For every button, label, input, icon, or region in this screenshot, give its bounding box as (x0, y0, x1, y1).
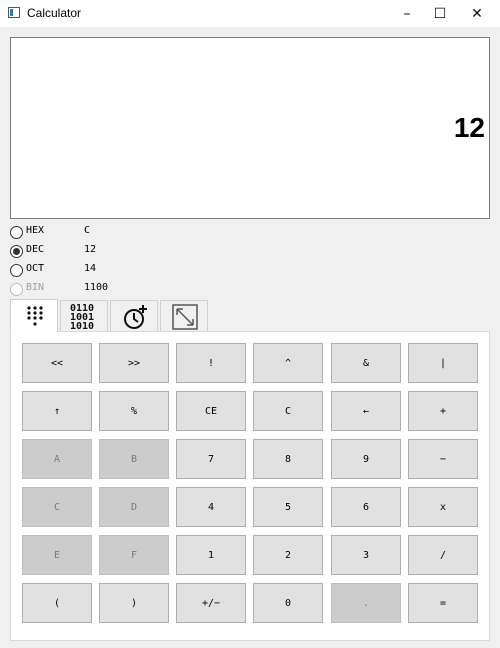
oct-radio[interactable] (10, 264, 23, 277)
modulo-button[interactable]: % (99, 391, 169, 431)
digit-7-button[interactable]: 7 (176, 439, 246, 479)
close-paren-button[interactable]: ) (99, 583, 169, 623)
equals-button[interactable]: = (408, 583, 478, 623)
keypad-panel: << >> ! ^ & | ↑ % CE C ← + A B 7 8 9 − C… (10, 331, 490, 641)
digit-1-button[interactable]: 1 (176, 535, 246, 575)
base-value: 1100 (84, 282, 109, 293)
backspace-button[interactable]: ← (331, 391, 401, 431)
digit-6-button[interactable]: 6 (331, 487, 401, 527)
tab-keypad[interactable] (10, 299, 58, 332)
shift-right-button[interactable]: >> (99, 343, 169, 383)
clear-button[interactable]: C (253, 391, 323, 431)
tab-binary[interactable]: 0110 1001 1010 (60, 300, 108, 332)
add-button[interactable]: + (408, 391, 478, 431)
base-option-bin: BIN 1100 (10, 281, 160, 299)
resize-icon (172, 304, 198, 330)
title-bar: Calculator – ☐ ✕ (0, 0, 500, 27)
negate-button[interactable]: +/− (176, 583, 246, 623)
shift-left-button[interactable]: << (22, 343, 92, 383)
or-button[interactable]: | (408, 343, 478, 383)
bin-radio (10, 283, 23, 296)
digit-4-button[interactable]: 4 (176, 487, 246, 527)
and-button[interactable]: & (331, 343, 401, 383)
base-option-dec[interactable]: DEC 12 (10, 243, 160, 261)
decimal-point-button: . (331, 583, 401, 623)
close-button[interactable]: ✕ (454, 0, 500, 27)
calculator-app-icon (8, 7, 20, 18)
xor-button[interactable]: ^ (253, 343, 323, 383)
open-paren-button[interactable]: ( (22, 583, 92, 623)
base-option-oct[interactable]: OCT 14 (10, 262, 160, 280)
divide-button[interactable]: / (408, 535, 478, 575)
history-icon (124, 305, 147, 329)
binary-icon: 0110 1001 1010 (70, 303, 94, 332)
digit-3-button[interactable]: 3 (331, 535, 401, 575)
digit-5-button[interactable]: 5 (253, 487, 323, 527)
keypad-dots-icon (27, 306, 43, 326)
digit-8-button[interactable]: 8 (253, 439, 323, 479)
multiply-button[interactable]: x (408, 487, 478, 527)
base-label: OCT (26, 263, 45, 274)
base-value: 14 (84, 263, 97, 274)
tab-history[interactable] (110, 300, 158, 332)
hex-e-button: E (22, 535, 92, 575)
subtract-button[interactable]: − (408, 439, 478, 479)
hex-a-button: A (22, 439, 92, 479)
digit-0-button[interactable]: 0 (253, 583, 323, 623)
base-value: 12 (84, 244, 97, 255)
base-label: DEC (26, 244, 45, 255)
hex-f-button: F (99, 535, 169, 575)
base-option-hex[interactable]: HEX C (10, 224, 160, 242)
clear-entry-button[interactable]: CE (176, 391, 246, 431)
dec-radio[interactable] (10, 245, 23, 258)
factorial-button[interactable]: ! (176, 343, 246, 383)
hex-c-button: C (22, 487, 92, 527)
hex-d-button: D (99, 487, 169, 527)
result-display: 12 (10, 37, 490, 219)
base-value: C (84, 225, 91, 236)
digit-9-button[interactable]: 9 (331, 439, 401, 479)
tab-resize[interactable] (160, 300, 208, 332)
hex-b-button: B (99, 439, 169, 479)
base-label: BIN (26, 282, 45, 293)
base-label: HEX (26, 225, 45, 236)
digit-2-button[interactable]: 2 (253, 535, 323, 575)
window-title: Calculator (27, 6, 82, 20)
hex-radio[interactable] (10, 226, 23, 239)
display-value: 12 (453, 112, 485, 143)
power-button[interactable]: ↑ (22, 391, 92, 431)
